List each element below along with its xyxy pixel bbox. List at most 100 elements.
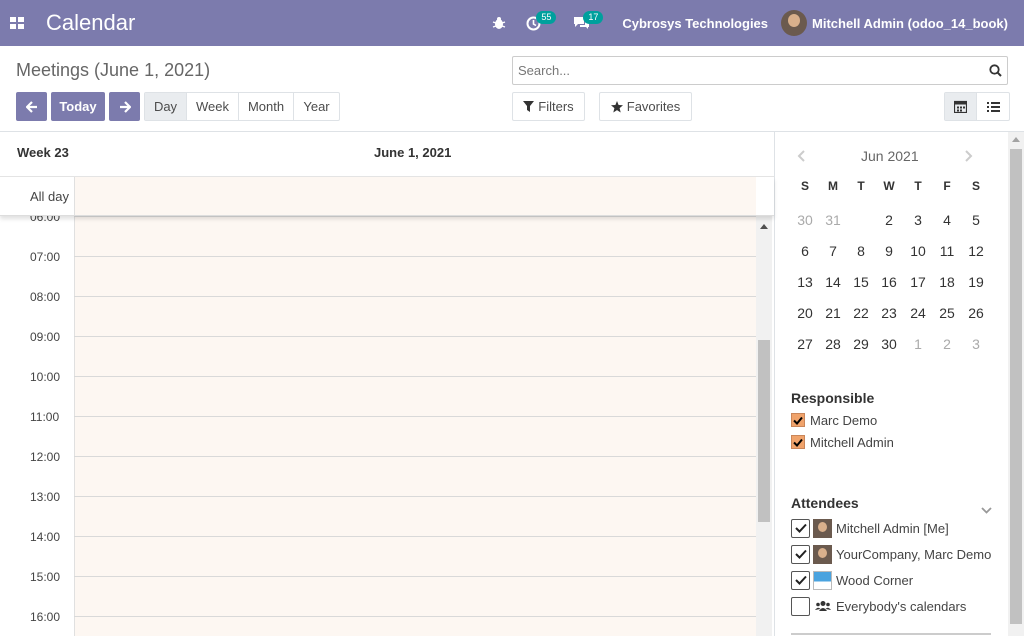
responsible-filter-mitchell[interactable]: Mitchell Admin [791,433,894,451]
scale-week-button[interactable]: Week [187,93,239,120]
scroll-up-arrow[interactable] [760,224,768,229]
mini-calendar-day[interactable]: 8 [847,239,875,263]
check-icon [793,416,803,425]
scroll-up-arrow[interactable] [1012,137,1020,142]
app-title[interactable]: Calendar [46,10,135,36]
filters-button[interactable]: Filters [512,92,585,121]
attendee-checkbox[interactable] [791,518,810,538]
mini-calendar-day[interactable]: 11 [933,239,961,263]
star-icon [610,100,623,112]
attendee-filter-everybody[interactable]: Everybody's calendars [791,595,966,617]
scale-year-button[interactable]: Year [294,93,339,120]
mini-calendar-day[interactable]: 3 [904,208,932,232]
attendees-collapse-toggle[interactable] [981,502,992,517]
mini-calendar-day[interactable]: 28 [819,332,847,356]
mini-calendar-day[interactable]: 19 [962,270,990,294]
attendee-checkbox[interactable] [791,596,810,616]
favorites-button[interactable]: Favorites [599,92,692,121]
mini-calendar-day[interactable]: 21 [819,301,847,325]
mini-calendar-day[interactable]: 16 [875,270,903,294]
company-switcher[interactable]: Cybrosys Technologies [612,16,781,31]
responsible-checkbox[interactable] [791,413,805,427]
mini-calendar-day[interactable]: 17 [904,270,932,294]
mini-calendar-day[interactable]: 14 [819,270,847,294]
mini-calendar-day[interactable]: 24 [904,301,932,325]
mini-calendar-day[interactable]: 31 [819,208,847,232]
messages-button[interactable]: 17 [563,0,612,46]
mini-prev-month-button[interactable] [797,150,805,165]
attendee-checkbox[interactable] [791,570,810,590]
list-view-button[interactable] [977,93,1009,120]
mini-calendar-day[interactable]: 6 [791,239,819,263]
mini-calendar-day[interactable]: 20 [791,301,819,325]
weekday-header: M [828,179,838,193]
bug-icon [493,17,506,29]
check-icon [794,549,807,559]
mini-calendar-day[interactable]: 23 [875,301,903,325]
view-switcher [944,92,1010,121]
all-day-slot[interactable] [74,177,756,215]
day-header[interactable]: June 1, 2021 [374,145,451,160]
mini-calendar-day[interactable]: 13 [791,270,819,294]
scale-month-button[interactable]: Month [239,93,294,120]
debug-button[interactable] [482,0,516,46]
next-button[interactable] [109,92,140,121]
attendee-checkbox[interactable] [791,544,810,564]
mini-calendar-day[interactable]: 26 [962,301,990,325]
search-button[interactable] [983,64,1007,77]
mini-calendar-title: Jun 2021 [861,148,919,164]
previous-button[interactable] [16,92,47,121]
mini-calendar-day[interactable]: 4 [933,208,961,232]
time-row: 14:00 [0,496,756,544]
mini-calendar-day[interactable]: 25 [933,301,961,325]
mini-calendar-day[interactable]: 18 [933,270,961,294]
apps-menu-button[interactable] [0,0,34,46]
scrollbar-thumb[interactable] [1010,149,1022,624]
responsible-filter-marc[interactable]: Marc Demo [791,411,877,429]
mini-calendar-day[interactable]: 3 [962,332,990,356]
mini-calendar-day[interactable]: 15 [847,270,875,294]
scale-day-button[interactable]: Day [145,93,187,120]
attendee-filter-wood-corner[interactable]: Wood Corner [791,569,913,591]
mini-calendar-day-selected[interactable]: 1 [847,208,875,232]
all-day-label: All day [30,189,70,204]
mini-calendar-header: Jun 2021 [775,146,1007,166]
mini-calendar-day[interactable]: 10 [904,239,932,263]
sidebar-scrollbar[interactable] [1008,132,1024,636]
calendar-scrollbar[interactable] [756,216,772,636]
user-menu[interactable]: Mitchell Admin (odoo_14_book) [781,10,1024,36]
attendee-name: Everybody's calendars [836,598,967,614]
filter-icon [523,101,535,112]
mini-calendar-day[interactable]: 5 [962,208,990,232]
mini-calendar-day[interactable]: 12 [962,239,990,263]
mini-calendar-day[interactable]: 9 [875,239,903,263]
mini-next-month-button[interactable] [965,150,973,165]
responsible-checkbox[interactable] [791,435,805,449]
mini-calendar-day[interactable]: 2 [875,208,903,232]
mini-calendar-day[interactable]: 22 [847,301,875,325]
search-icon [988,64,1002,77]
mini-calendar-day[interactable]: 2 [933,332,961,356]
search-input[interactable] [513,57,983,84]
all-day-row: All day [0,177,774,216]
mini-calendar-day[interactable]: 30 [791,208,819,232]
arrow-right-icon [119,100,131,113]
search-bar [512,56,1008,85]
mini-calendar-day[interactable]: 30 [875,332,903,356]
time-row: 10:00 [0,336,756,384]
weekday-header: T [857,179,865,193]
mini-calendar-day[interactable]: 29 [847,332,875,356]
scrollbar-thumb[interactable] [758,340,770,522]
users-group-icon [813,600,832,612]
attendee-filter-mitchell[interactable]: Mitchell Admin [Me] [791,517,949,539]
mini-calendar-day[interactable]: 1 [904,332,932,356]
attendee-filter-marc[interactable]: YourCompany, Marc Demo [791,543,991,565]
activities-button[interactable]: 55 [516,0,563,46]
mini-calendar-day[interactable]: 7 [819,239,847,263]
today-button[interactable]: Today [51,92,105,121]
mini-calendar-day[interactable]: 27 [791,332,819,356]
weekday-header: W [883,179,895,193]
time-row: 08:00 [0,256,756,304]
top-navbar: Calendar 55 17 Cybrosys Technologies Mit… [0,0,1024,46]
calendar-view-button[interactable] [945,93,977,120]
